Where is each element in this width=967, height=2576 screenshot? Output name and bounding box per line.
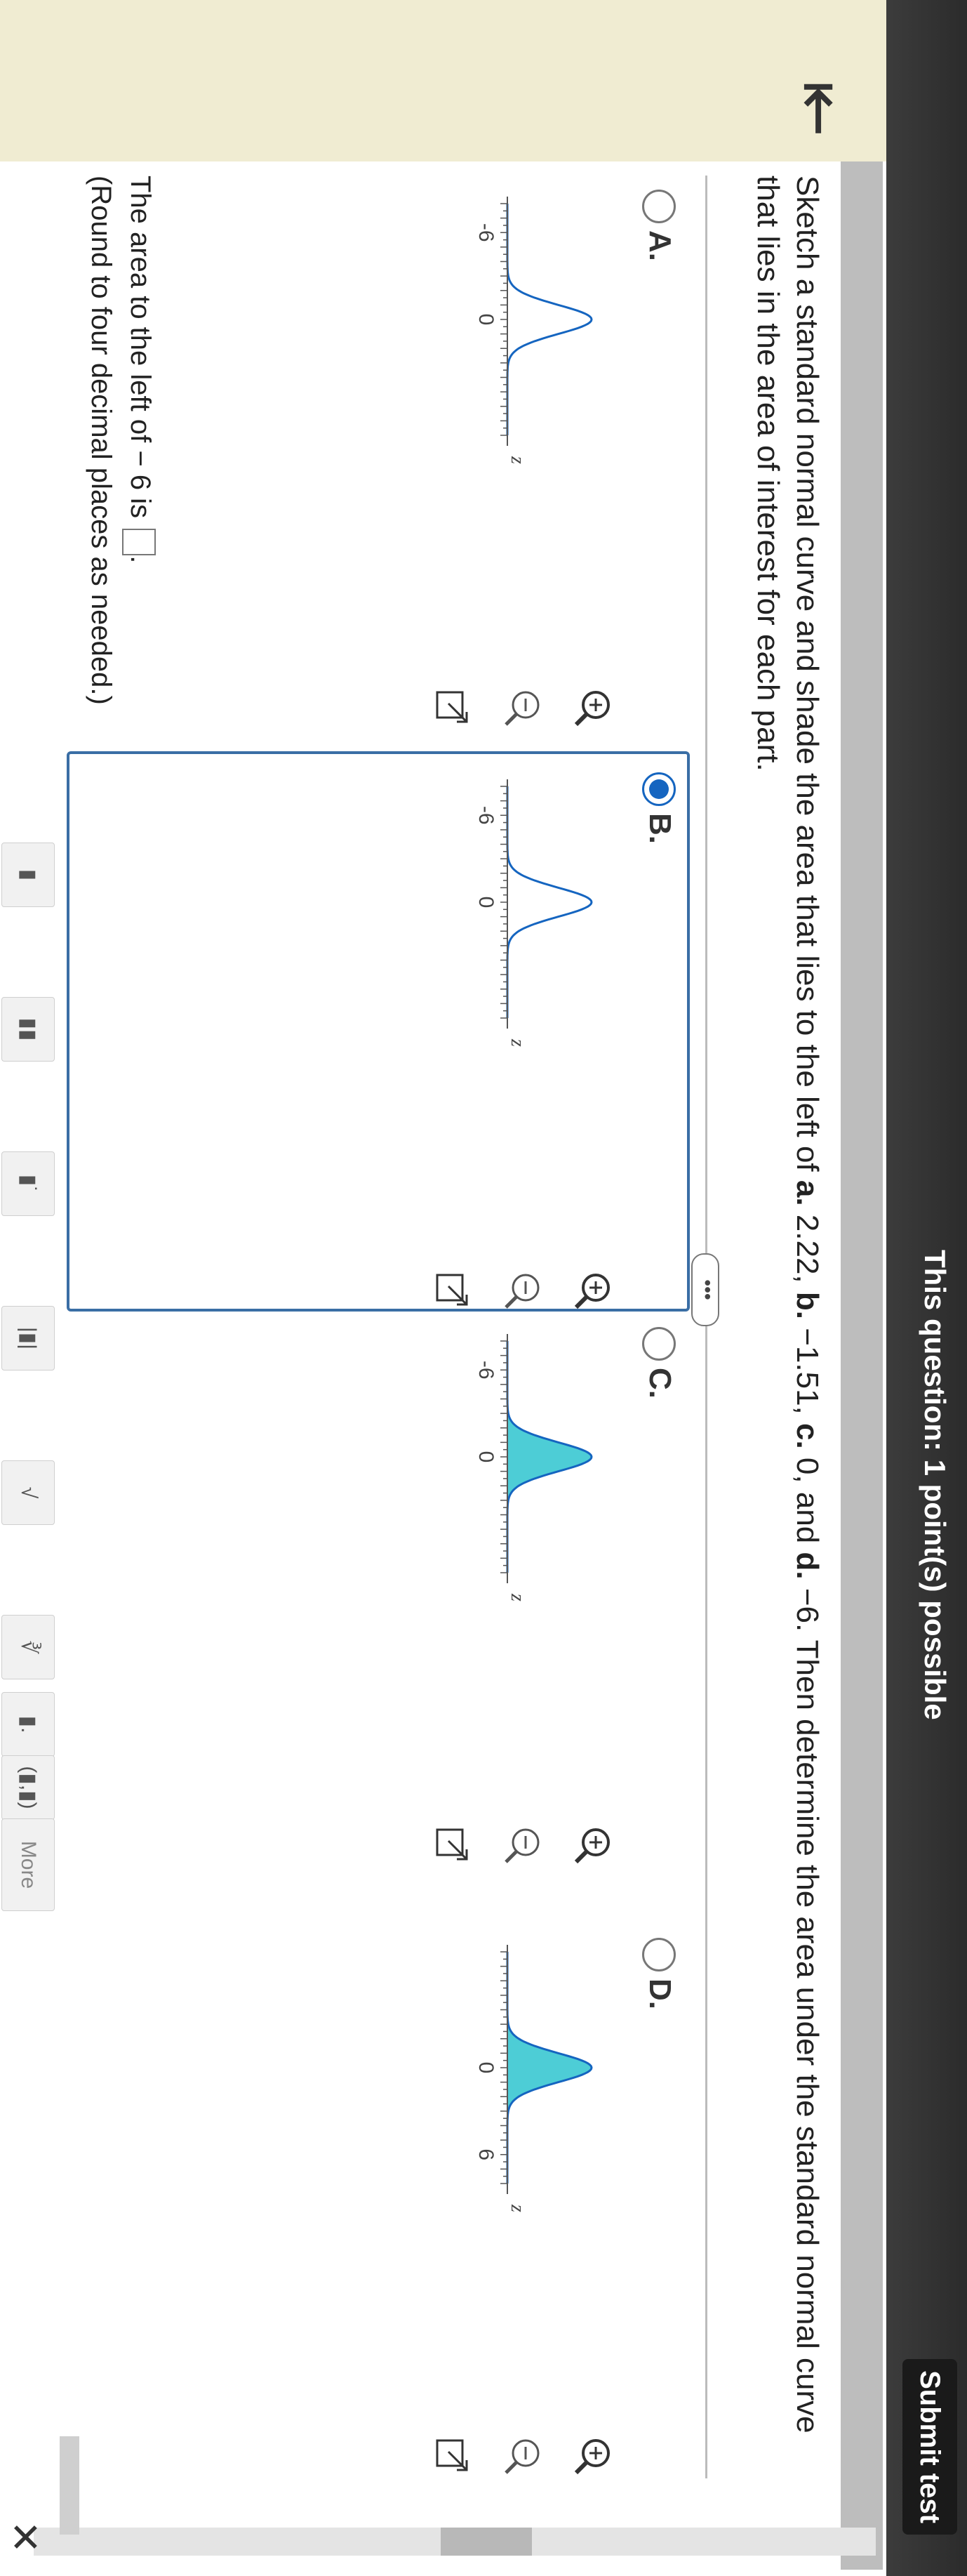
option-b-letter: B. <box>643 813 677 844</box>
pop-out-icon[interactable] <box>433 1271 472 1310</box>
option-a[interactable]: A. -6 0 z <box>72 176 690 737</box>
subscript-button[interactable]: ▮. <box>1 1692 55 1757</box>
tick-label-right: 6 <box>474 2148 498 2160</box>
part-c-value: 0, and <box>790 1448 825 1552</box>
tick-label-left: -6 <box>474 1361 498 1380</box>
exponent-button[interactable]: ▮˙ <box>1 1151 55 1216</box>
option-b-radio[interactable] <box>642 772 676 806</box>
answer-area: The area to the left of − 6 is . (Round … <box>81 176 160 705</box>
option-a-graph: -6 0 z <box>474 197 593 464</box>
points-title: This question: 1 point(s) possible <box>919 1250 952 1720</box>
option-d-tools <box>402 2436 613 2478</box>
back-arrow-icon[interactable]: ⇤ <box>778 67 862 151</box>
section-divider <box>705 176 707 2478</box>
sqrt-button[interactable]: √ <box>1 1460 55 1525</box>
pop-out-icon[interactable] <box>433 688 472 727</box>
option-a-radio[interactable] <box>642 190 676 223</box>
normal-curve <box>506 786 593 1018</box>
tick-label-right: 0 <box>474 1451 498 1463</box>
top-bar: This question: 1 point(s) possible Submi… <box>886 0 967 2576</box>
axis-label-z: z <box>507 2204 528 2212</box>
part-a-label: a. <box>790 1180 825 1206</box>
answer-input[interactable] <box>121 529 156 556</box>
option-b[interactable]: B. -6 0 z <box>67 751 690 1320</box>
rounding-note: (Round to four decimal places as needed.… <box>86 176 116 705</box>
tick-label-right: 0 <box>474 897 498 909</box>
option-c-graph: -6 0 z <box>474 1334 593 1601</box>
tick-label-right: 0 <box>474 314 498 326</box>
part-b-label: b. <box>790 1291 825 1319</box>
left-side-strip <box>0 0 886 161</box>
normal-curve <box>506 204 593 435</box>
option-b-tools <box>402 1271 613 1313</box>
axis-label-z: z <box>507 1038 528 1047</box>
part-a-value: 2.22, <box>790 1206 825 1292</box>
pop-out-icon[interactable] <box>433 1825 472 1865</box>
question-prefix: Sketch a standard normal curve and shade… <box>790 176 825 1180</box>
answer-suffix: . <box>125 555 156 564</box>
submit-test-button[interactable]: Submit test <box>902 2359 957 2535</box>
nth-root-button[interactable]: ∛ <box>1 1615 55 1679</box>
part-c-label: c. <box>790 1423 825 1449</box>
answer-line: The area to the left of − 6 is . <box>121 176 160 705</box>
fraction-button[interactable]: ▮ <box>1 843 55 907</box>
zoom-in-icon[interactable] <box>573 1825 613 1865</box>
question-text: Sketch a standard normal curve and shade… <box>748 176 827 2492</box>
zoom-out-icon[interactable] <box>503 688 542 727</box>
absolute-value-button[interactable]: |▮| <box>1 1306 55 1370</box>
shaded-region <box>507 2016 592 2184</box>
shaded-region <box>507 1341 592 1508</box>
zoom-in-icon[interactable] <box>573 2436 613 2476</box>
option-c[interactable]: C. -6 0 z <box>72 1313 690 1875</box>
panel-top-edge <box>841 161 883 2570</box>
pop-out-icon[interactable] <box>433 2436 472 2476</box>
option-b-graph: -6 0 z <box>474 779 593 1047</box>
zoom-in-icon[interactable] <box>573 688 613 727</box>
option-a-tools <box>402 688 613 730</box>
zoom-in-icon[interactable] <box>573 1271 613 1310</box>
option-a-letter: A. <box>643 230 677 261</box>
tick-label-left: -6 <box>474 223 498 242</box>
axis-label-z: z <box>507 456 528 464</box>
stage: This question: 1 point(s) possible Submi… <box>0 0 967 2576</box>
mixed-number-button[interactable]: ▮▮ <box>1 997 55 1062</box>
ordered-pair-button[interactable]: (▮,▮) <box>1 1755 55 1820</box>
zoom-out-icon[interactable] <box>503 1825 542 1865</box>
option-c-radio[interactable] <box>642 1327 676 1361</box>
option-d[interactable]: D. 0 6 z <box>72 1924 690 2485</box>
expand-pill-button[interactable]: ••• <box>691 1253 719 1326</box>
more-button[interactable]: More <box>1 1818 55 1911</box>
part-d-label: d. <box>790 1552 825 1580</box>
option-d-graph: 0 6 z <box>474 1945 593 2212</box>
part-b-value: −1.51, <box>790 1319 825 1423</box>
tick-label-left: -6 <box>474 806 498 825</box>
horizontal-scrollbar-thumb[interactable] <box>60 2436 79 2535</box>
option-d-radio[interactable] <box>642 1938 676 1971</box>
close-icon[interactable]: ✕ <box>1 2521 48 2554</box>
answer-prompt: The area to the left of − 6 is <box>125 176 156 519</box>
zoom-out-icon[interactable] <box>503 2436 542 2476</box>
tick-label-left: 0 <box>474 2062 498 2074</box>
option-c-tools <box>402 1825 613 1868</box>
math-toolbar: ▮ ▮▮ ▮˙ |▮| √ ∛ ▮. (▮,▮) More <box>0 843 55 1911</box>
option-c-letter: C. <box>643 1368 677 1399</box>
axis-label-z: z <box>507 1593 528 1601</box>
option-d-letter: D. <box>643 1979 677 2009</box>
zoom-out-icon[interactable] <box>503 1271 542 1310</box>
vertical-scrollbar-thumb[interactable] <box>441 2528 532 2556</box>
